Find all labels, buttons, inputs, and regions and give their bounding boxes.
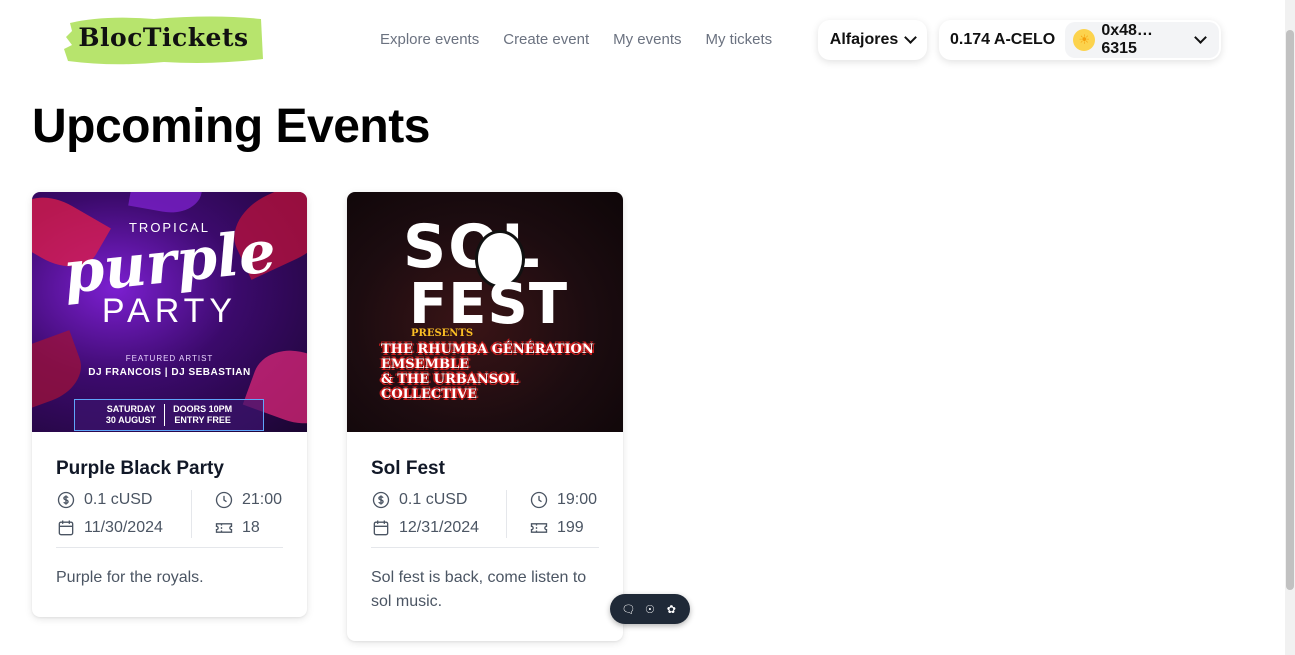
dollar-circle-icon <box>57 491 75 509</box>
event-price: 0.1 cUSD <box>399 491 468 508</box>
wallet-balance[interactable]: 0.174 A-CELO <box>939 31 1065 49</box>
event-price: 0.1 cUSD <box>84 491 153 508</box>
poster-text: 30 AUGUST <box>105 415 157 425</box>
event-tickets-count: 199 <box>557 519 584 536</box>
accessibility-icon[interactable]: ✿ <box>663 603 679 616</box>
account-button: 0.174 A-CELO ☀ 0x48…6315 <box>939 20 1221 60</box>
wallet-address-button[interactable]: ☀ 0x48…6315 <box>1065 22 1219 58</box>
chevron-down-icon <box>1194 31 1207 44</box>
poster-text: COLLECTIVE <box>381 387 477 402</box>
poster-text: PRESENTS <box>411 328 474 339</box>
main-nav: Explore events Create event My events My… <box>380 31 772 48</box>
poster-lineup: THE RHUMBA GÉNÉRATION EMSEMBLE & THE URB… <box>381 342 594 402</box>
network-name: Alfajores <box>829 31 899 48</box>
event-date: 11/30/2024 <box>84 519 163 536</box>
nav-create-event[interactable]: Create event <box>503 31 589 48</box>
event-time: 21:00 <box>242 491 283 508</box>
poster-text: ENTRY FREE <box>174 415 231 425</box>
avatar: ☀ <box>1073 29 1096 51</box>
logo[interactable]: BlocTickets <box>64 15 263 65</box>
ticket-icon <box>530 523 548 533</box>
event-poster-image: TROPICAL purple PARTY FEATURED ARTIST DJ… <box>32 192 307 432</box>
network-selector-button[interactable]: Alfajores <box>818 20 927 60</box>
poster-text: DJ FRANCOIS | DJ SEBASTIAN <box>88 367 251 378</box>
event-title[interactable]: Sol Fest <box>371 458 599 480</box>
nav-my-tickets[interactable]: My tickets <box>705 31 772 48</box>
poster-text: DOORS 10PM <box>173 404 233 414</box>
poster-text: PARTY <box>101 292 238 330</box>
event-description: Purple for the royals. <box>56 569 204 586</box>
nav-my-events[interactable]: My events <box>613 31 681 48</box>
chevron-down-icon <box>904 31 918 44</box>
poster-info-box: SATURDAY 30 AUGUST DOORS 10PM ENTRY FREE <box>74 399 264 431</box>
event-poster-image: SOL FEST PRESENTS THE RHUMBA GÉNÉRATION … <box>347 192 623 432</box>
poster-text: THE RHUMBA GÉNÉRATION <box>381 342 594 357</box>
event-date: 12/31/2024 <box>399 519 480 536</box>
poster-text: SATURDAY <box>106 404 156 414</box>
floating-toolbar: 🗨 ☉ ✿ <box>610 594 690 624</box>
scrollbar-thumb[interactable] <box>1286 30 1294 590</box>
calendar-icon <box>58 520 74 536</box>
nav-explore-events[interactable]: Explore events <box>380 31 479 48</box>
scrollbar[interactable] <box>1285 0 1295 655</box>
wallet-address: 0x48…6315 <box>1101 22 1153 57</box>
calendar-icon <box>373 520 389 536</box>
poster-text: FEATURED ARTIST <box>125 354 214 363</box>
clock-icon <box>530 491 548 509</box>
event-card[interactable]: TROPICAL purple PARTY FEATURED ARTIST DJ… <box>32 192 307 617</box>
event-time: 19:00 <box>557 491 598 508</box>
event-info: 0.1 cUSD 11/30/2024 21:00 18 <box>56 490 283 548</box>
event-title[interactable]: Purple Black Party <box>56 458 283 480</box>
eye-icon[interactable]: ☉ <box>642 603 658 616</box>
poster-text: EMSEMBLE <box>381 357 470 372</box>
clock-icon <box>215 491 233 509</box>
page-title: Upcoming Events <box>32 100 430 153</box>
poster-text: & THE URBANSOL <box>381 372 519 387</box>
event-tickets-count: 18 <box>242 519 260 536</box>
logo-text: BlocTickets <box>78 23 249 52</box>
chat-icon[interactable]: 🗨 <box>621 603 637 616</box>
ticket-icon <box>215 523 233 533</box>
dollar-circle-icon <box>372 491 390 509</box>
event-info: 0.1 cUSD 12/31/2024 19:00 199 <box>371 490 599 548</box>
event-card[interactable]: SOL FEST PRESENTS THE RHUMBA GÉNÉRATION … <box>347 192 623 641</box>
event-description: Sol fest is back, come listen to sol mus… <box>371 569 587 610</box>
